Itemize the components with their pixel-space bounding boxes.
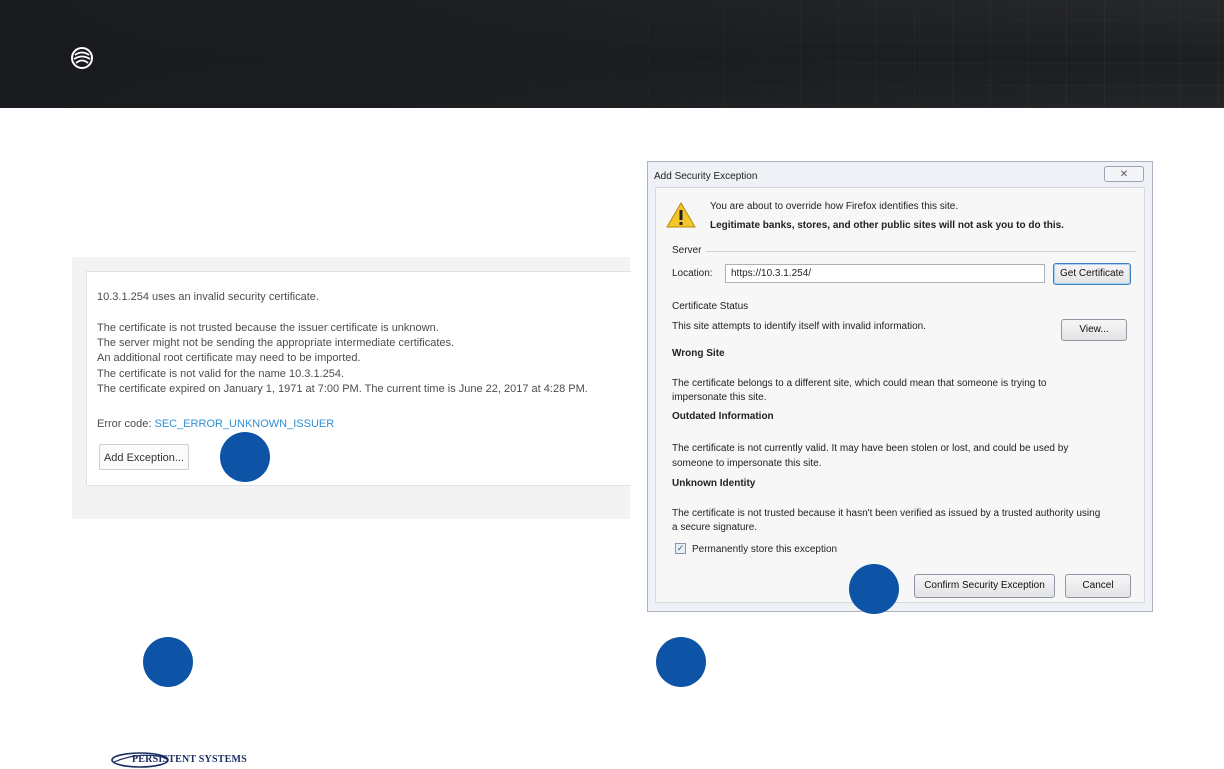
cancel-button[interactable]: Cancel: [1065, 574, 1131, 598]
persistent-logo-icon: [71, 47, 93, 69]
banner-shade: [0, 0, 1224, 108]
group-divider: [706, 251, 1136, 252]
error-detail-line: An additional root certificate may need …: [97, 352, 361, 364]
error-details-box: 10.3.1.254 uses an invalid security cert…: [86, 271, 631, 486]
get-certificate-button[interactable]: Get Certificate: [1053, 263, 1131, 285]
close-button[interactable]: ✕: [1104, 166, 1144, 182]
error-detail-line: The certificate is not valid for the nam…: [97, 368, 345, 380]
slide: 10.3.1.254 uses an invalid security cert…: [0, 0, 1224, 769]
permanent-store-checkbox[interactable]: ✓: [675, 543, 686, 554]
step-marker: [849, 564, 899, 614]
location-label: Location:: [672, 268, 713, 279]
step-marker: [220, 432, 270, 482]
certificate-status-group-label: Certificate Status: [672, 301, 749, 312]
error-code-link[interactable]: SEC_ERROR_UNKNOWN_ISSUER: [154, 418, 334, 430]
dialog-body: You are about to override how Firefox id…: [655, 187, 1145, 603]
view-button[interactable]: View...: [1061, 319, 1127, 341]
step-marker: [656, 637, 706, 687]
warning-text: You are about to override how Firefox id…: [710, 201, 959, 212]
unknown-identity-text: a secure signature.: [672, 522, 758, 533]
error-code: Error code: SEC_ERROR_UNKNOWN_ISSUER: [97, 418, 334, 430]
certificate-status-text: This site attempts to identify itself wi…: [672, 321, 926, 332]
unknown-identity-text: The certificate is not trusted because i…: [672, 508, 1101, 519]
dialog-title: Add Security Exception: [654, 171, 758, 182]
error-code-label: Error code:: [97, 418, 152, 430]
permanent-store-label: Permanently store this exception: [692, 544, 838, 555]
certificate-error-panel: 10.3.1.254 uses an invalid security cert…: [72, 257, 631, 519]
server-group-label: Server: [672, 245, 702, 256]
location-input[interactable]: https://10.3.1.254/: [725, 264, 1045, 283]
add-exception-button[interactable]: Add Exception...: [99, 444, 189, 470]
error-detail-line: The server might not be sending the appr…: [97, 337, 455, 349]
checkmark-icon: ✓: [676, 543, 685, 553]
error-detail-line: The certificate is not trusted because t…: [97, 322, 439, 334]
outdated-information-heading: Outdated Information: [672, 411, 774, 422]
wrong-site-heading: Wrong Site: [672, 348, 725, 359]
footer-brand: PERSISTENT SYSTEMS: [132, 754, 247, 765]
error-headline: 10.3.1.254 uses an invalid security cert…: [97, 291, 319, 303]
outdated-information-text: The certificate is not currently valid. …: [672, 443, 1069, 454]
confirm-security-exception-button[interactable]: Confirm Security Exception: [914, 574, 1055, 598]
unknown-identity-heading: Unknown Identity: [672, 478, 756, 489]
step-marker: [143, 637, 193, 687]
wrong-site-text: The certificate belongs to a different s…: [672, 378, 1047, 389]
outdated-information-text: someone to impersonate this site.: [672, 458, 822, 469]
warning-text-bold: Legitimate banks, stores, and other publ…: [710, 220, 1064, 231]
wrong-site-text: impersonate this site.: [672, 392, 767, 403]
warning-icon: [666, 202, 696, 228]
error-detail-line: The certificate expired on January 1, 19…: [97, 383, 588, 395]
close-icon: ✕: [1119, 169, 1129, 180]
add-security-exception-dialog: Add Security Exception ✕ You are about t…: [647, 161, 1153, 612]
header-banner: [0, 0, 1224, 108]
